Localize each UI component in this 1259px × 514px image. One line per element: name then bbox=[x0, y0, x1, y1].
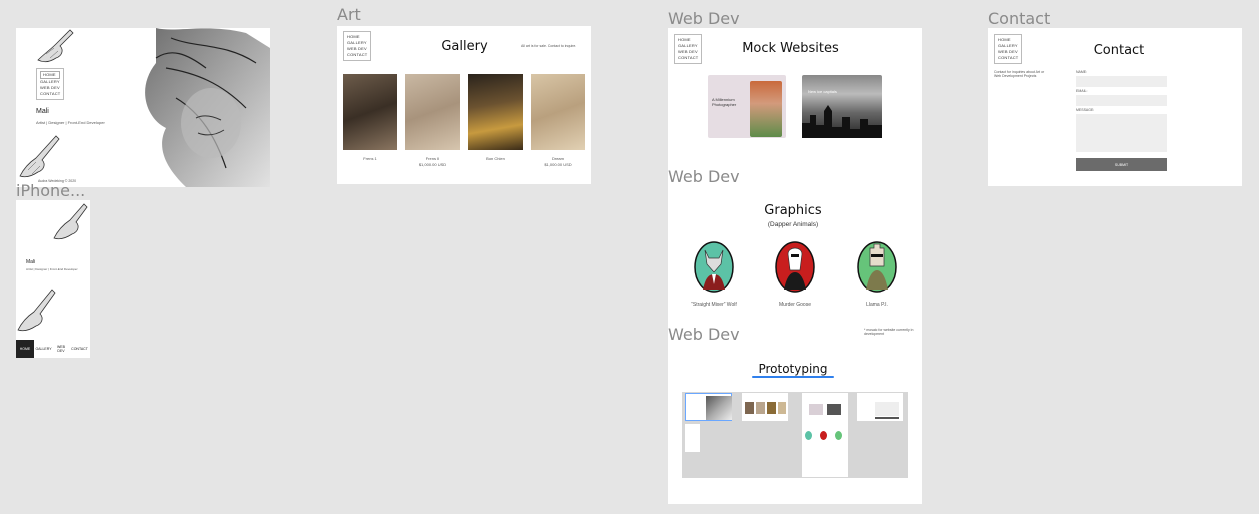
iphone-subtitle: Artist | Designer | Front-End Developer bbox=[26, 267, 78, 271]
home-subtitle: Artist | Designer | Front-End Developer bbox=[36, 120, 105, 125]
iphone-frame: Mali Artist | Designer | Front-End Devel… bbox=[16, 200, 90, 358]
pointing-hand-bottom-icon bbox=[19, 135, 60, 178]
sculpture-illustration bbox=[145, 28, 270, 187]
wolf-icon[interactable] bbox=[693, 240, 735, 294]
nav-contact[interactable]: CONTACT bbox=[998, 55, 1018, 61]
goose-caption: Murder Goose bbox=[779, 302, 811, 308]
artwork-3-title: Bon Chien bbox=[486, 156, 505, 161]
home-nav: HOME GALLERY WEB DEV CONTACT bbox=[36, 68, 65, 100]
webdev-nav: HOME GALLERY WEB DEV CONTACT bbox=[674, 34, 703, 64]
name-field-label: NAME: bbox=[1076, 70, 1088, 74]
nav-contact[interactable]: CONTACT bbox=[347, 52, 367, 58]
nav-contact[interactable]: CONTACT bbox=[40, 91, 60, 97]
graphics-subtitle: (Dapper Animals) bbox=[767, 221, 819, 228]
contact-frame-label[interactable]: Contact bbox=[988, 9, 1050, 28]
llama-icon[interactable] bbox=[856, 240, 898, 294]
art-frame-label[interactable]: Art bbox=[337, 5, 361, 24]
proto-webdev-thumb bbox=[802, 393, 848, 477]
proto-contact-thumb bbox=[857, 393, 903, 421]
proto-iphone-thumb bbox=[685, 424, 700, 452]
iphone-tab-gallery[interactable]: GALLERY bbox=[34, 340, 53, 358]
mock1-photo bbox=[750, 81, 782, 137]
pointing-hand-icon bbox=[53, 203, 88, 240]
nav-home[interactable]: HOME bbox=[40, 71, 61, 79]
skyline-icon bbox=[802, 105, 882, 138]
artwork-2-title: Frens II bbox=[425, 156, 440, 161]
contact-intro: Contact for inquiries about Art or Web D… bbox=[994, 70, 1045, 78]
email-field-label: EMAIL: bbox=[1076, 89, 1088, 93]
iphone-tabbar: HOME GALLERY WEB DEV CONTACT bbox=[16, 340, 90, 358]
gallery-note: All art is for sale. Contact to inquire. bbox=[521, 44, 577, 48]
graphics-title: Graphics bbox=[764, 203, 822, 218]
prototyping-title[interactable]: Prototyping bbox=[743, 362, 843, 376]
webdev-frame-label[interactable]: Web Dev bbox=[668, 9, 740, 28]
message-field[interactable] bbox=[1076, 114, 1167, 152]
wolf-caption: “Straight Mixer” Wolf bbox=[691, 302, 737, 308]
contact-frame: HOME GALLERY WEB DEV CONTACT Contact Con… bbox=[988, 28, 1242, 186]
graphics-frame-label[interactable]: Web Dev bbox=[668, 167, 740, 186]
iphone-tab-contact[interactable]: CONTACT bbox=[69, 340, 90, 358]
mock2-heading: New ice capitals bbox=[808, 89, 837, 94]
email-field[interactable] bbox=[1076, 95, 1167, 106]
artwork-2-price: $1,000.00 USD bbox=[418, 162, 447, 167]
art-nav: HOME GALLERY WEB DEV CONTACT bbox=[343, 31, 372, 61]
mock-website-1[interactable]: A Millennium Photographer bbox=[708, 75, 786, 138]
goose-icon[interactable] bbox=[774, 240, 816, 294]
nav-contact[interactable]: CONTACT bbox=[678, 55, 698, 61]
proto-art-thumb bbox=[742, 393, 788, 421]
prototyping-preview[interactable] bbox=[682, 392, 908, 478]
iphone-tab-home[interactable]: HOME bbox=[16, 340, 34, 358]
iphone-tab-webdev[interactable]: WEB DEV bbox=[53, 340, 69, 358]
mock-website-2[interactable]: New ice capitals bbox=[802, 75, 882, 138]
iphone-name: Mali bbox=[26, 259, 36, 265]
artwork-1[interactable] bbox=[343, 74, 397, 150]
artwork-4-price: $1,000.00 USD bbox=[544, 162, 572, 167]
prototyping-note: * mosaic for website currently in develo… bbox=[864, 328, 914, 336]
artwork-1-title: Frens 1 bbox=[363, 156, 377, 161]
llama-caption: Llama P.I. bbox=[866, 302, 888, 308]
artwork-4-title: Dream bbox=[551, 156, 564, 161]
submit-button[interactable]: SUBMIT bbox=[1076, 158, 1167, 171]
artwork-4[interactable] bbox=[531, 74, 585, 150]
pointing-hand-bottom-icon bbox=[17, 289, 56, 332]
home-frame: HOME GALLERY WEB DEV CONTACT Mali Artist… bbox=[16, 28, 270, 187]
prototyping-frame-label[interactable]: Web Dev bbox=[668, 325, 740, 344]
proto-home-thumb bbox=[685, 393, 732, 421]
mock1-heading: A Millennium Photographer bbox=[712, 97, 737, 107]
iphone-frame-label[interactable]: iPhone... bbox=[16, 181, 85, 200]
pointing-hand-icon bbox=[37, 29, 74, 63]
name-field[interactable] bbox=[1076, 76, 1167, 87]
home-name: Mali bbox=[36, 108, 49, 115]
mock-websites-title: Mock Websites bbox=[742, 41, 839, 56]
art-frame: HOME GALLERY WEB DEV CONTACT Gallery All… bbox=[337, 26, 591, 184]
contact-title: Contact bbox=[1093, 43, 1145, 58]
message-field-label: MESSAGE: bbox=[1076, 108, 1095, 112]
artwork-3[interactable] bbox=[468, 74, 523, 150]
gallery-title: Gallery bbox=[441, 39, 488, 54]
prototyping-underline bbox=[752, 376, 834, 378]
artwork-2[interactable] bbox=[405, 74, 460, 150]
contact-nav: HOME GALLERY WEB DEV CONTACT bbox=[994, 34, 1023, 64]
